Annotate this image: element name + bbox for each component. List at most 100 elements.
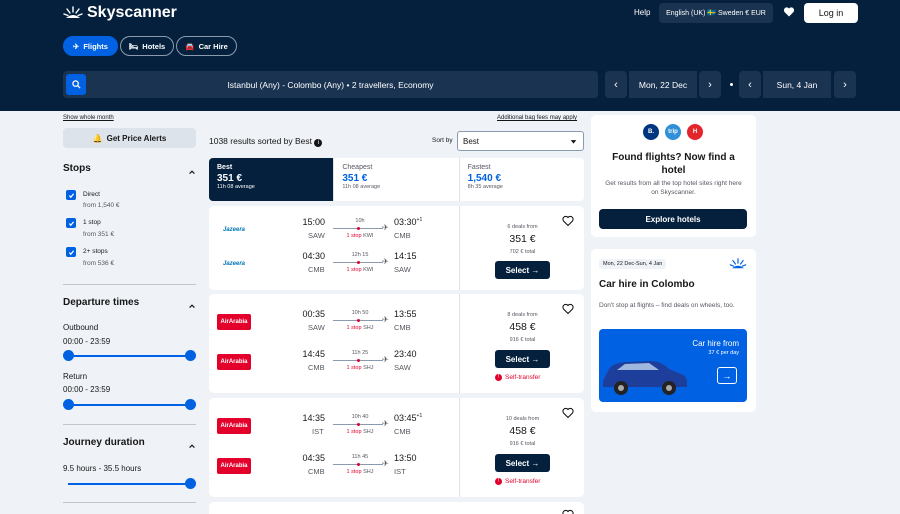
bag-fees-link[interactable]: Additional bag fees may apply xyxy=(497,115,577,121)
plane-icon: ✈ xyxy=(382,459,389,468)
self-transfer-notice[interactable]: ! Self-transfer xyxy=(495,478,540,485)
stop-info: 1 stop KWI xyxy=(332,267,388,273)
plane-icon: ✈ xyxy=(382,257,389,266)
login-button[interactable]: Log in xyxy=(804,3,858,23)
price-alert-button[interactable]: 🔔 Get Price Alerts xyxy=(63,128,196,148)
departure-time: 04:30 xyxy=(302,251,325,261)
outbound-slider-max-handle[interactable] xyxy=(185,350,196,361)
airline-logo: Jazeera xyxy=(222,227,246,233)
help-link[interactable]: Help xyxy=(634,8,650,17)
tab-flights[interactable]: ✈ Flights xyxy=(63,36,118,56)
tab-best-average: 11h 08 average xyxy=(217,184,255,190)
sort-select[interactable]: Best xyxy=(457,131,584,151)
airline-logo: AirArabia xyxy=(217,458,251,474)
stop-info: 1 stop KWI xyxy=(332,233,388,239)
tab-cheapest-name: Cheapest xyxy=(342,164,373,171)
tab-fastest-price: 1,540 € xyxy=(467,173,502,184)
stops-2plus-checkbox[interactable] xyxy=(66,247,76,257)
stops-direct-checkbox[interactable] xyxy=(66,190,76,200)
info-icon[interactable]: i xyxy=(314,139,323,147)
chevron-up-icon[interactable] xyxy=(188,163,196,181)
stop-dot xyxy=(357,261,360,264)
skyscanner-sunrise-icon xyxy=(729,257,747,275)
car-hire-title: Car hire in Colombo xyxy=(599,279,695,290)
plus-day: +1 xyxy=(416,413,423,419)
stop-info: 1 stop SHJ xyxy=(332,429,388,435)
sort-tabs: Best 351 € 11h 08 average Cheapest 351 €… xyxy=(209,158,584,201)
flight-result-card[interactable]: Jazeera 15:00 SAW 10h ✈ 1 stop KWI 03:30… xyxy=(209,206,584,290)
outbound-slider-track[interactable] xyxy=(68,355,190,357)
return-date[interactable]: Sun, 4 Jan xyxy=(763,71,831,98)
tab-fastest-average: 8h 35 average xyxy=(467,184,503,190)
outbound-range: 00:00 - 23:59 xyxy=(63,337,111,346)
stops-direct-label: Direct xyxy=(83,191,100,198)
outbound-slider-min-handle[interactable] xyxy=(63,350,74,361)
stop-count: 1 stop xyxy=(346,267,362,273)
skyscanner-logo[interactable]: Skyscanner xyxy=(63,4,177,22)
arrival-airport: CMB xyxy=(394,323,411,332)
stop-info: 1 stop SHJ xyxy=(332,469,388,475)
tab-fastest[interactable]: Fastest 1,540 € 8h 35 average xyxy=(458,158,584,201)
arrival-time-text: 03:30 xyxy=(394,217,417,227)
depart-next-button[interactable]: › xyxy=(699,71,721,98)
arrow-right-icon[interactable]: → xyxy=(717,367,737,384)
stop-count: 1 stop xyxy=(346,325,362,331)
tab-best[interactable]: Best 351 € 11h 08 average xyxy=(209,158,334,201)
car-hire-dates: Mon, 22 Dec-Sun, 4 Jan xyxy=(599,259,667,269)
depart-date[interactable]: Mon, 22 Dec xyxy=(629,71,697,98)
flight-result-card[interactable] xyxy=(209,502,584,514)
tab-best-name: Best xyxy=(217,164,233,171)
locale-button[interactable]: English (UK) 🇸🇪 Sweden € EUR xyxy=(659,3,773,23)
stop-info: 1 stop SHJ xyxy=(332,325,388,331)
self-transfer-notice[interactable]: ! Self-transfer xyxy=(495,374,540,381)
select-button[interactable]: Select → xyxy=(495,350,550,368)
stop-info: 1 stop SHJ xyxy=(332,365,388,371)
flight-leg-outbound: Jazeera 15:00 SAW 10h ✈ 1 stop KWI 03:30… xyxy=(209,214,459,244)
stops-1-checkbox[interactable] xyxy=(66,218,76,228)
flight-duration: 10h xyxy=(355,218,365,224)
stop-airport: SHJ xyxy=(363,325,374,331)
results-count: 1038 results sorted by Best i xyxy=(209,136,323,147)
divider xyxy=(63,284,196,285)
duration-slider-track[interactable] xyxy=(68,483,190,485)
stop-airport: SHJ xyxy=(363,429,374,435)
return-label: Return xyxy=(63,372,88,381)
tab-hotels[interactable]: 🛏 Hotels xyxy=(120,36,174,56)
tab-cheapest-price: 351 € xyxy=(342,173,368,184)
arrival-time: 23:40 xyxy=(394,349,417,359)
arrival-time: 03:45+1 xyxy=(394,413,422,423)
car-hire-promo-card[interactable]: Mon, 22 Dec-Sun, 4 Jan Car hire in Colom… xyxy=(591,249,756,412)
return-prev-button[interactable]: ‹ xyxy=(739,71,761,98)
flight-result-card[interactable]: AirArabia 14:35 IST 10h 40 ✈ 1 stop SHJ … xyxy=(209,398,584,497)
save-heart-icon[interactable] xyxy=(562,508,574,514)
return-slider-min-handle[interactable] xyxy=(63,399,74,410)
duration-slider-handle[interactable] xyxy=(185,478,196,489)
airline-logo: AirArabia xyxy=(217,354,251,370)
saved-heart-icon[interactable] xyxy=(783,5,795,23)
select-button[interactable]: Select → xyxy=(495,454,550,472)
car-hire-price: 37 € per day xyxy=(708,350,739,356)
car-hire-banner[interactable]: Car hire from 37 € per day → xyxy=(599,329,747,402)
chevron-up-icon[interactable] xyxy=(188,297,196,315)
chevron-up-icon[interactable] xyxy=(188,437,196,455)
return-slider-track[interactable] xyxy=(68,404,190,406)
tab-cheapest[interactable]: Cheapest 351 € 11h 08 average xyxy=(333,158,458,201)
hotel-promo-card: B. trip H Found flights? Now find a hote… xyxy=(591,115,756,237)
select-button[interactable]: Select → xyxy=(495,261,550,279)
search-icon[interactable] xyxy=(66,74,86,95)
hotels-logo-icon: H xyxy=(687,124,703,140)
deals-count: 8 deals from xyxy=(507,312,538,318)
departure-time: 14:35 xyxy=(302,413,325,423)
show-whole-month-link[interactable]: Show whole month xyxy=(63,115,114,121)
stop-dot xyxy=(357,359,360,362)
booking-logo-icon: B. xyxy=(643,124,659,140)
tab-car-hire[interactable]: 🚘 Car Hire xyxy=(176,36,237,56)
search-summary-bar[interactable]: Istanbul (Any) - Colombo (Any) • 2 trave… xyxy=(63,71,598,98)
explore-hotels-button[interactable]: Explore hotels xyxy=(599,209,747,229)
return-slider-max-handle[interactable] xyxy=(185,399,196,410)
price-column: 8 deals from 458 € 916 € total Select → … xyxy=(459,294,584,393)
depart-prev-button[interactable]: ‹ xyxy=(605,71,627,98)
arrival-airport: SAW xyxy=(394,363,411,372)
return-next-button[interactable]: › xyxy=(834,71,856,98)
flight-result-card[interactable]: AirArabia 00:35 SAW 10h 50 ✈ 1 stop SHJ … xyxy=(209,294,584,393)
